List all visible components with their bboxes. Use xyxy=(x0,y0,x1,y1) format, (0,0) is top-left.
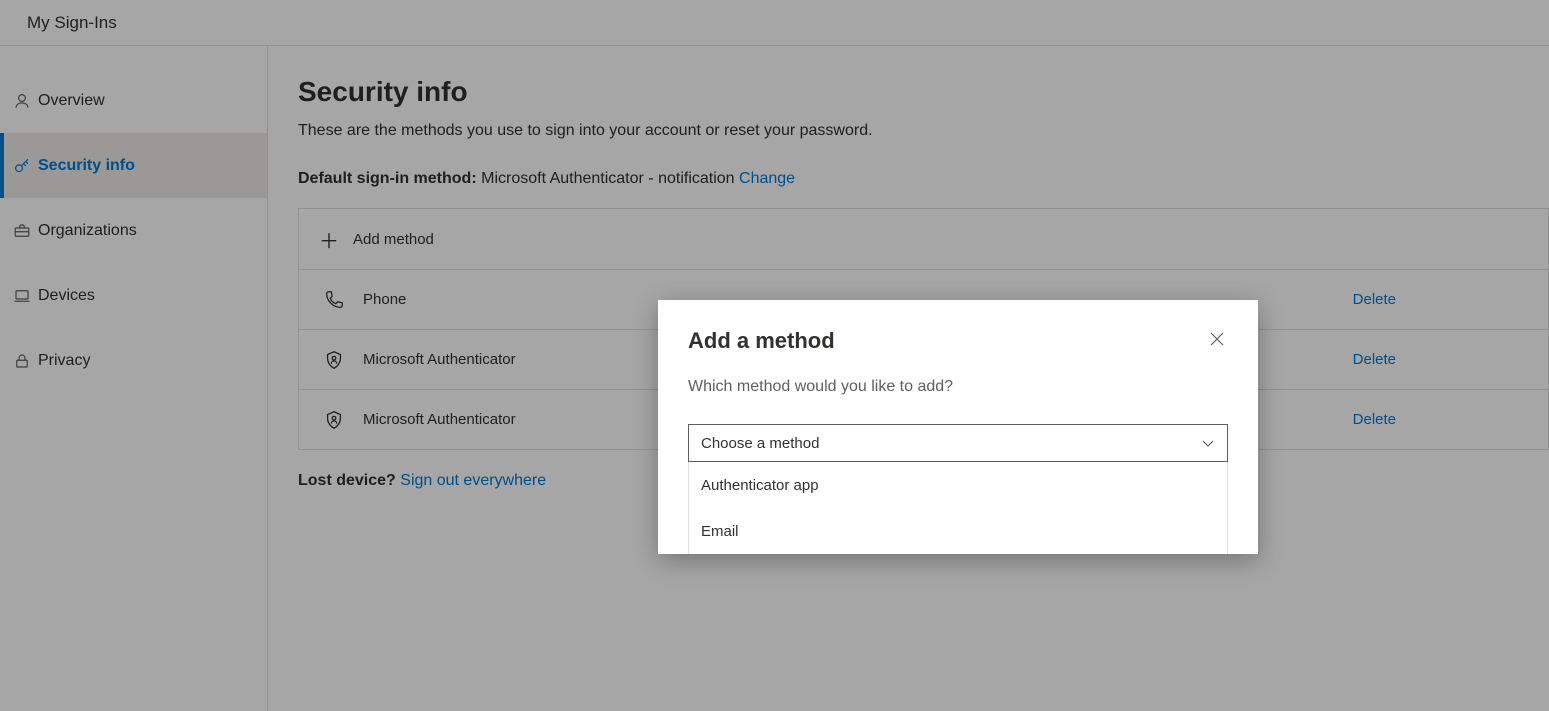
option-authenticator-app[interactable]: Authenticator app xyxy=(689,462,1227,508)
chevron-down-icon xyxy=(1201,436,1215,450)
select-placeholder: Choose a method xyxy=(701,435,819,452)
dialog-subtitle: Which method would you like to add? xyxy=(688,378,1228,396)
close-button[interactable] xyxy=(1206,328,1228,350)
option-label: Email xyxy=(701,523,739,540)
close-icon xyxy=(1210,332,1224,346)
dialog-title: Add a method xyxy=(688,328,835,354)
add-method-dialog: Add a method Which method would you like… xyxy=(658,300,1258,554)
method-options: Authenticator app Email xyxy=(688,462,1228,554)
option-label: Authenticator app xyxy=(701,477,819,494)
option-email[interactable]: Email xyxy=(689,508,1227,554)
method-select[interactable]: Choose a method xyxy=(688,424,1228,462)
